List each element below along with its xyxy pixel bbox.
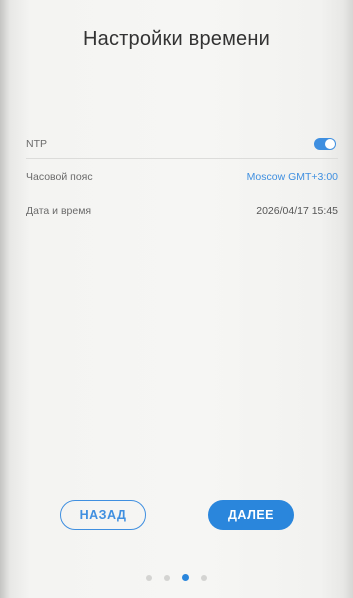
datetime-row[interactable]: Дата и время 2026/04/17 15:45 (26, 197, 338, 225)
page-title: Настройки времени (83, 28, 270, 50)
next-button[interactable]: ДАЛЕЕ (208, 500, 294, 530)
datetime-value[interactable]: 2026/04/17 15:45 (256, 205, 338, 217)
page-dot-2 (164, 574, 170, 581)
toggle-knob-icon (325, 139, 335, 149)
setup-screen: Настройки времени NTP Часовой пояс Mosco… (0, 0, 353, 598)
page-dot-1 (146, 574, 152, 581)
page-indicator (0, 574, 353, 581)
timezone-label: Часовой пояс (26, 171, 93, 183)
timezone-row[interactable]: Часовой пояс Moscow GMT+3:00 (26, 163, 338, 191)
page-dot-4 (201, 574, 207, 581)
ntp-row[interactable]: NTP (26, 130, 338, 158)
divider (26, 158, 338, 159)
ntp-label: NTP (26, 138, 47, 150)
page-dot-3-active (182, 574, 189, 581)
back-button[interactable]: НАЗАД (60, 500, 146, 530)
datetime-label: Дата и время (26, 205, 92, 217)
timezone-value[interactable]: Moscow GMT+3:00 (247, 171, 338, 183)
ntp-toggle[interactable] (314, 138, 336, 150)
